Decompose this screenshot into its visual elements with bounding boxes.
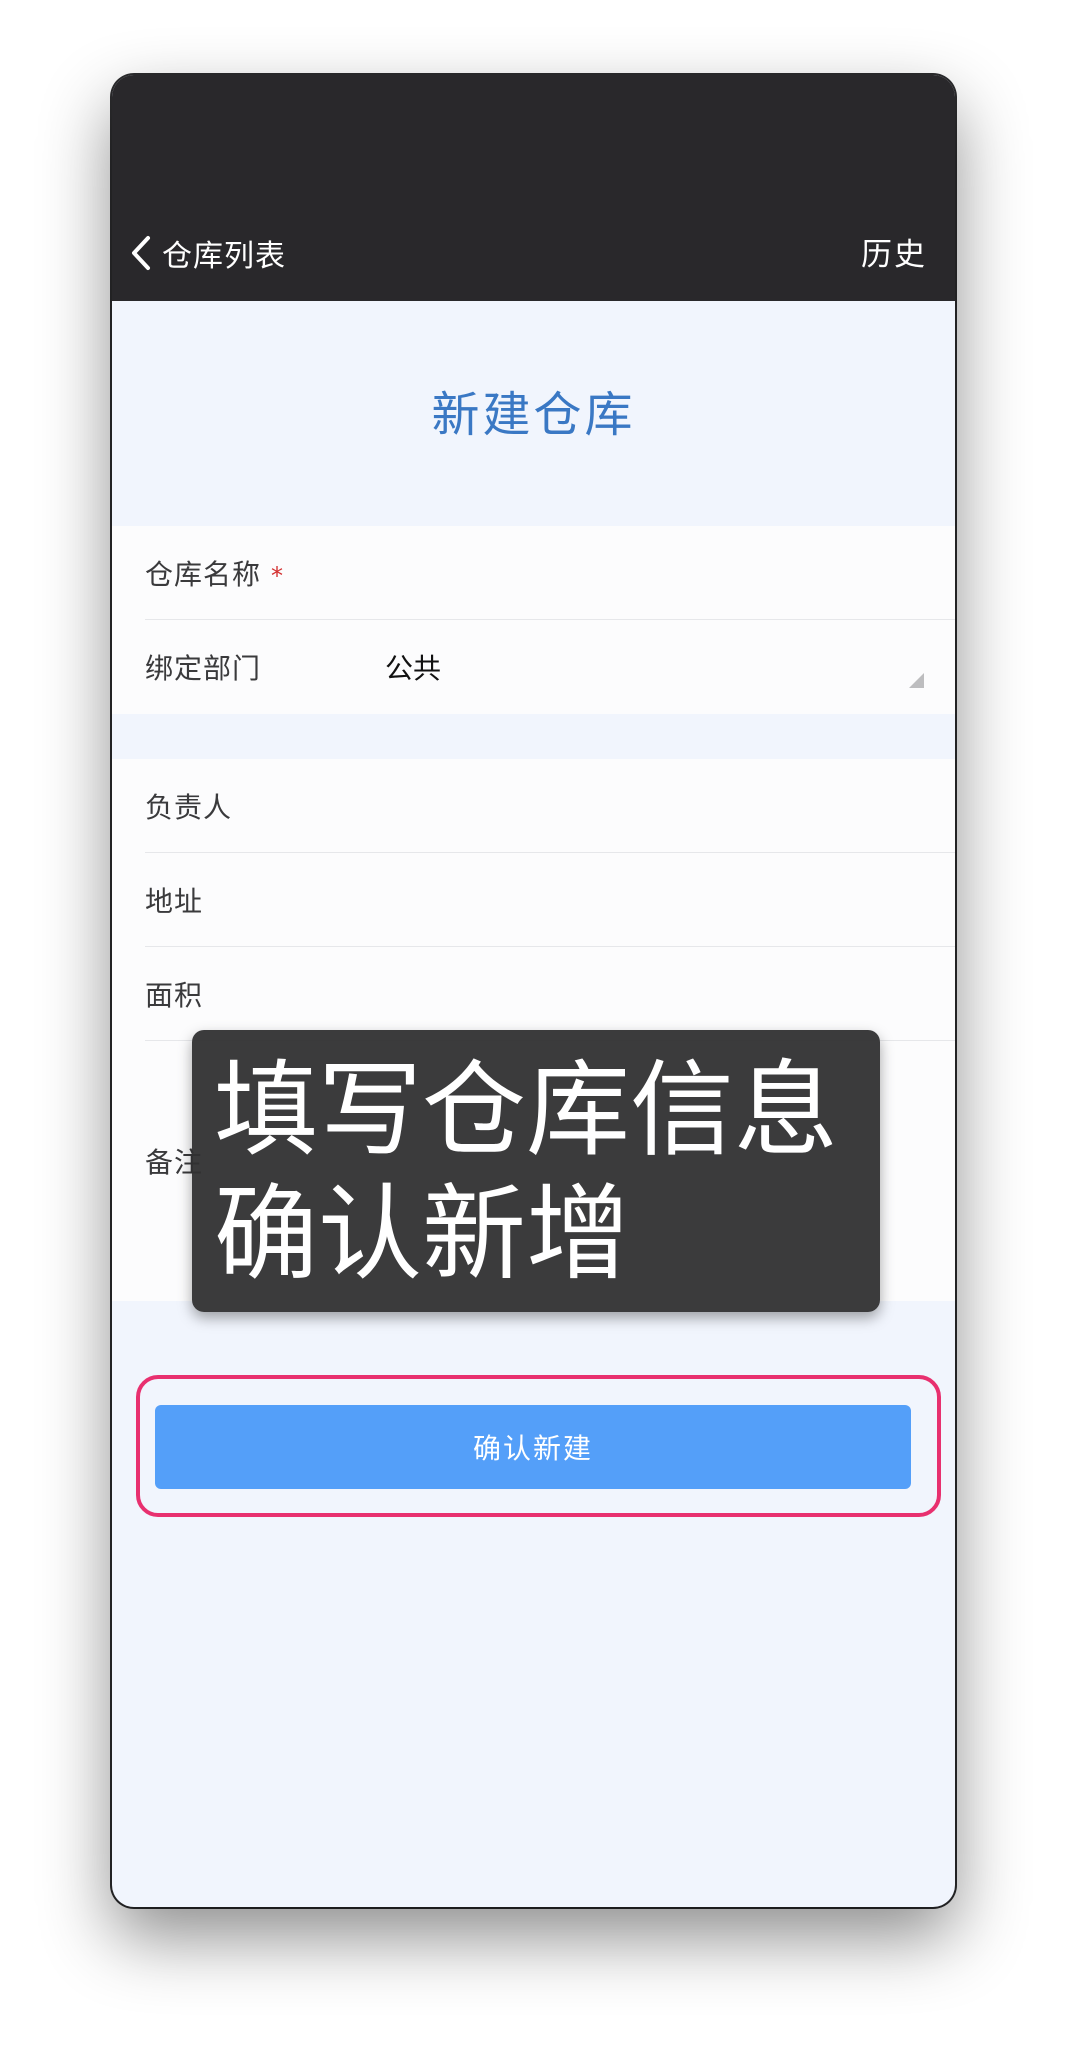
address-label: 地址 [145,885,204,918]
instruction-caption: 填写仓库信息 确认新增 [192,1030,880,1312]
caption-line-2: 确认新增 [214,1173,631,1295]
navigation-bar: 仓库列表 历史 [112,75,955,301]
area-input[interactable] [385,963,935,1025]
back-button[interactable]: 仓库列表 [130,225,286,281]
back-label: 仓库列表 [162,239,286,274]
department-label: 绑定部门 [145,652,262,685]
warehouse-name-label: 仓库名称 * [145,558,285,591]
area-row[interactable]: 面积 [112,947,955,1041]
manager-row[interactable]: 负责人 [112,759,955,853]
caption-line-1: 填写仓库信息 [214,1049,839,1171]
phone-screen: 仓库列表 历史 新建仓库 仓库名称 * 绑定部门 公共 负责人 地址 面积 备注… [112,75,955,1907]
manager-input[interactable] [385,775,935,837]
required-mark: * [271,562,285,590]
department-row[interactable]: 绑定部门 公共 [112,620,955,714]
page-title: 新建仓库 [431,387,636,443]
warehouse-name-row[interactable]: 仓库名称 * [112,526,955,620]
manager-label: 负责人 [145,791,233,824]
chevron-left-icon [130,235,152,271]
history-button[interactable]: 历史 [861,229,927,274]
area-label: 面积 [145,979,204,1012]
department-select[interactable]: 公共 [385,647,441,687]
warehouse-name-input[interactable] [385,542,935,604]
dropdown-corner-icon [909,673,924,688]
confirm-create-button[interactable]: 确认新建 [155,1405,911,1489]
address-row[interactable]: 地址 [112,853,955,947]
form-section-basic: 仓库名称 * 绑定部门 公共 [112,526,955,714]
address-input[interactable] [385,869,935,931]
